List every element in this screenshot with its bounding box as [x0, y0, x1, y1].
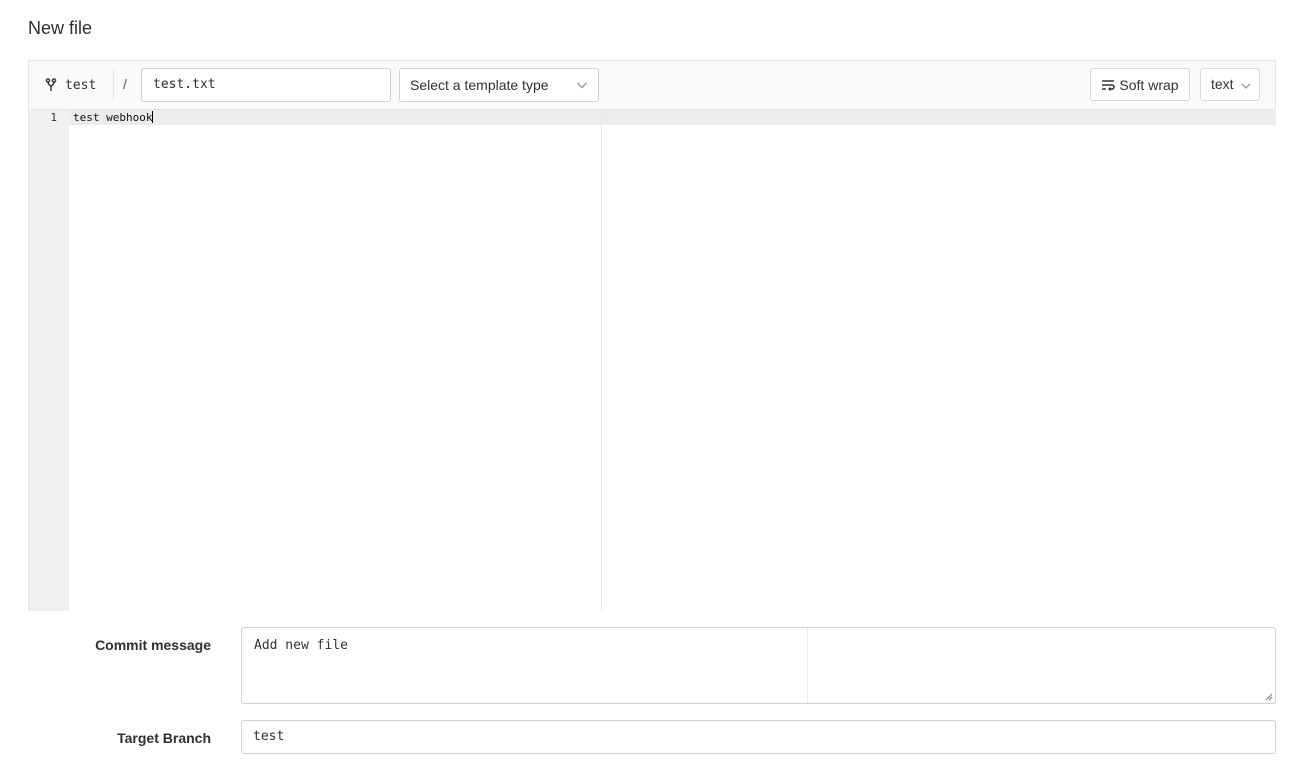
wrap-icon: [1102, 79, 1116, 91]
commit-message-divider: [807, 628, 808, 703]
line-number-gutter: 1: [29, 110, 69, 611]
file-editor: test / test.txt Select a template type S…: [28, 60, 1276, 611]
code-editor-area[interactable]: test webhook: [69, 110, 1276, 611]
resize-handle-icon[interactable]: [1265, 693, 1273, 701]
print-margin: [601, 110, 602, 611]
active-line-highlight: [69, 110, 1276, 125]
editor-toolbar: test / test.txt Select a template type S…: [29, 61, 1275, 110]
soft-wrap-button[interactable]: Soft wrap: [1090, 68, 1190, 101]
code-line-text: test webhook: [73, 111, 153, 124]
editor-mode-select[interactable]: text: [1200, 68, 1260, 101]
branch-name: test: [65, 77, 97, 93]
template-type-placeholder: Select a template type: [410, 77, 549, 93]
editor-mode-label: text: [1211, 76, 1234, 92]
file-name-input[interactable]: test.txt: [141, 68, 391, 102]
target-branch-input[interactable]: test: [241, 720, 1276, 754]
fork-icon: [45, 78, 57, 91]
page-title: New file: [28, 18, 93, 38]
chevron-down-icon: [577, 82, 587, 89]
toolbar-divider: [113, 69, 114, 101]
code-line[interactable]: test webhook: [73, 111, 154, 124]
commit-message-value: Add new file: [254, 638, 348, 653]
chevron-down-icon: [1241, 83, 1251, 89]
path-separator: /: [123, 76, 127, 92]
text-cursor: [152, 111, 154, 123]
target-branch-label: Target Branch: [117, 730, 211, 746]
soft-wrap-label: Soft wrap: [1119, 76, 1179, 93]
branch-indicator: test: [45, 75, 96, 95]
commit-message-textarea[interactable]: Add new file: [241, 627, 1276, 704]
line-number: 1: [50, 111, 57, 124]
commit-message-label: Commit message: [95, 637, 211, 653]
template-type-select[interactable]: Select a template type: [399, 68, 599, 102]
